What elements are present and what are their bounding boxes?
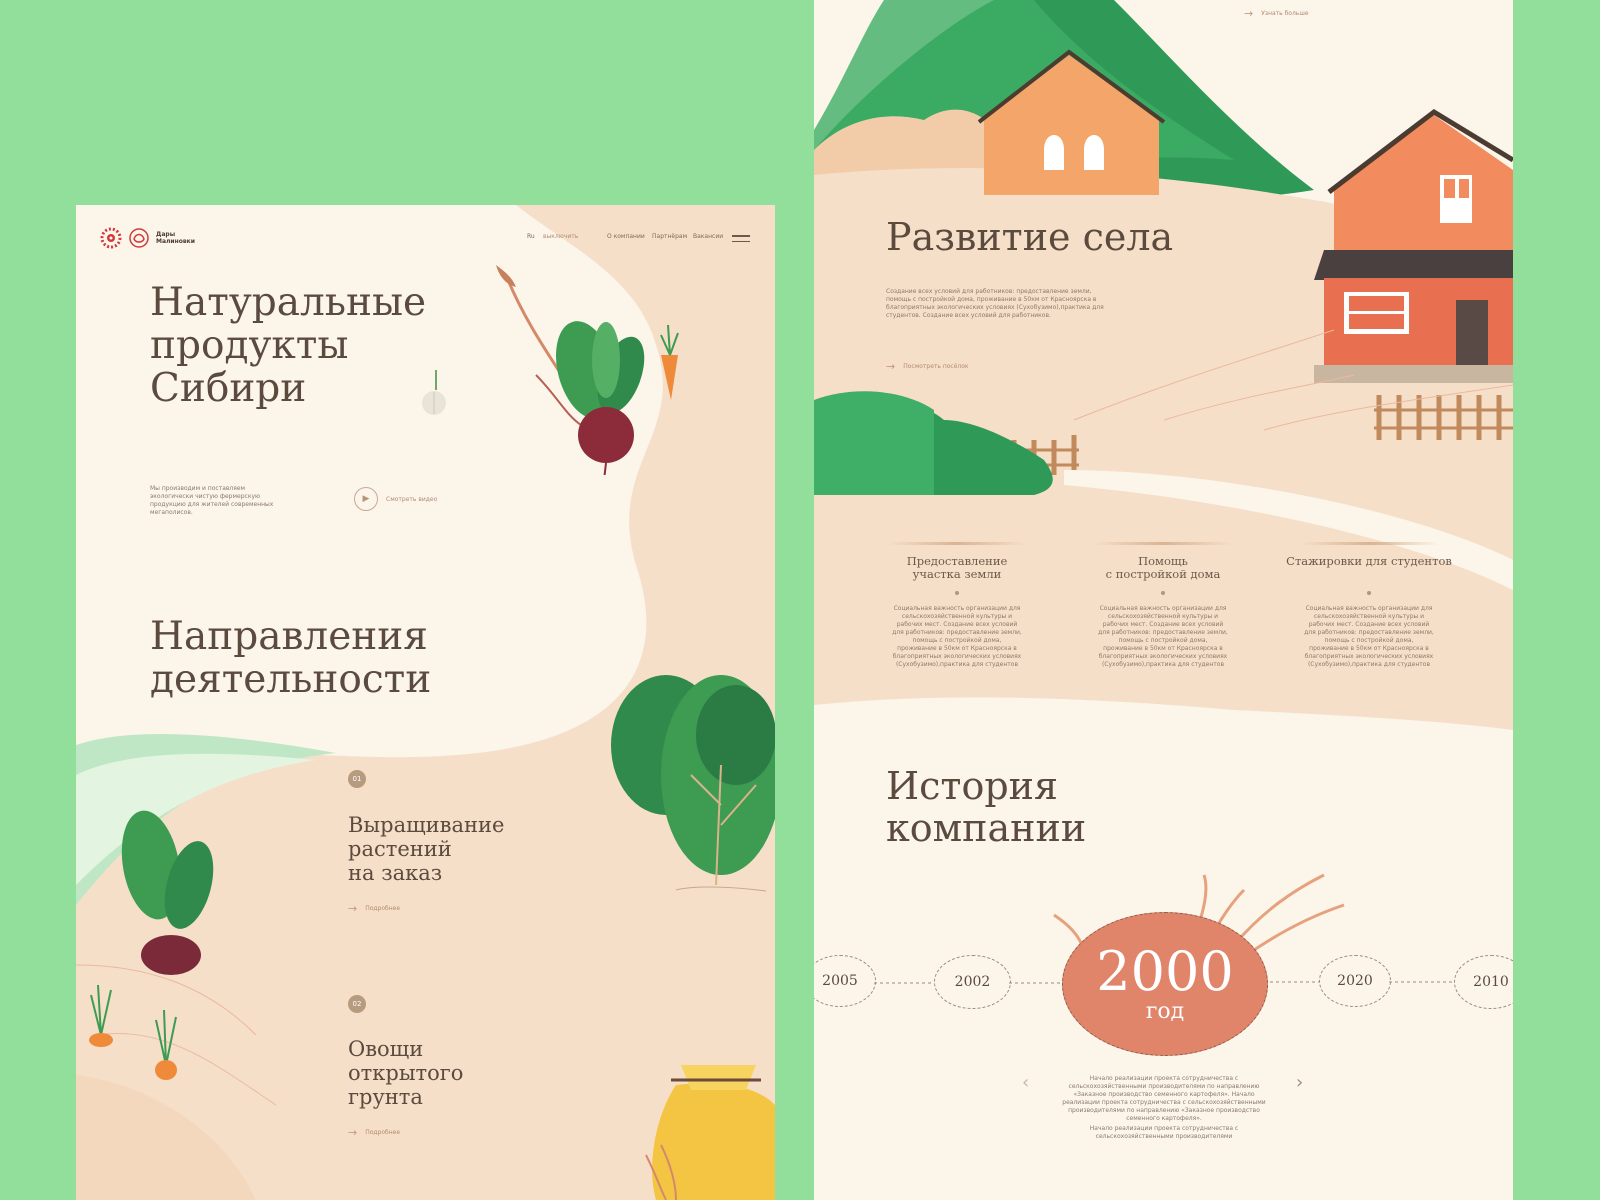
divider bbox=[887, 542, 1027, 545]
year-2020[interactable]: 2020 bbox=[1319, 955, 1391, 1007]
direction-more-link[interactable]: → Подробнее bbox=[348, 902, 400, 915]
feature-column: Стажировки для студентов Социальная важн… bbox=[1284, 542, 1454, 669]
dot-icon bbox=[1367, 591, 1371, 595]
logo-text: Дары Малиновки bbox=[156, 231, 195, 245]
learn-more-link[interactable]: → Узнать больше bbox=[1244, 7, 1309, 20]
direction-title: Овощи открытого грунта bbox=[348, 1037, 464, 1109]
arrow-right-icon: → bbox=[886, 360, 896, 373]
village-description: Создание всех условий для работников: пр… bbox=[886, 288, 1104, 319]
direction-number: 02 bbox=[348, 995, 366, 1013]
logo-berry-icon bbox=[129, 228, 149, 248]
nav-item-partners[interactable]: Партнёрам bbox=[652, 233, 687, 240]
vegetables-illustration bbox=[496, 265, 679, 475]
feature-text: Социальная важность организации для сель… bbox=[892, 605, 1022, 668]
feature-column: Предоставление участка земли Социальная в… bbox=[872, 542, 1042, 669]
nav-item-about[interactable]: О компании bbox=[607, 233, 645, 240]
about-panel: → Узнать больше Развитие села Создание в… bbox=[814, 0, 1513, 1200]
play-icon: ▶ bbox=[354, 487, 378, 511]
direction-more-link[interactable]: → Подробнее bbox=[348, 1126, 400, 1139]
dot-icon bbox=[955, 591, 959, 595]
hero-title: Натуральные продукты Сибири bbox=[150, 280, 427, 411]
lang-switch[interactable]: Ru bbox=[527, 233, 535, 240]
current-year: 2000 bbox=[1096, 940, 1234, 1003]
divider bbox=[1093, 542, 1233, 545]
logo-flower-icon bbox=[100, 227, 122, 249]
village-title: Развитие села bbox=[886, 215, 1174, 259]
arrow-right-icon: → bbox=[1244, 7, 1254, 20]
nav-item-vacancies[interactable]: Вакансии bbox=[693, 233, 723, 240]
next-arrow-icon[interactable]: › bbox=[1296, 1072, 1303, 1093]
header-link[interactable]: выключить bbox=[543, 233, 578, 240]
feature-title: Стажировки для студентов bbox=[1286, 554, 1452, 568]
current-year-label: год bbox=[1145, 999, 1185, 1024]
directions-title: Направления деятельности bbox=[150, 614, 432, 702]
bush-illustration bbox=[611, 675, 775, 892]
arrow-right-icon: → bbox=[348, 1126, 358, 1139]
feature-title: Предоставление участка земли bbox=[906, 554, 1008, 581]
menu-icon[interactable] bbox=[732, 235, 750, 246]
dot-icon bbox=[1161, 591, 1165, 595]
carrot-illustration bbox=[89, 984, 177, 1080]
view-village-link[interactable]: → Посмотреть посёлок bbox=[886, 360, 969, 373]
history-text-secondary: Начало реализации проекта сотрудничества… bbox=[1089, 1125, 1239, 1140]
garlic-icon bbox=[422, 370, 446, 415]
seed-bag-illustration bbox=[645, 1065, 775, 1200]
divider bbox=[1299, 542, 1439, 545]
history-text: Начало реализации проекта сотрудничества… bbox=[1062, 1075, 1266, 1122]
feature-column: Помощь с постройкой дома Социальная важно… bbox=[1078, 542, 1248, 669]
logo[interactable]: Дары Малиновки bbox=[100, 227, 196, 249]
current-year-badge: 2000 год bbox=[1062, 912, 1268, 1056]
feature-text: Социальная важность организации для сель… bbox=[1098, 605, 1228, 668]
arrow-right-icon: → bbox=[348, 902, 358, 915]
year-2002[interactable]: 2002 bbox=[934, 955, 1011, 1009]
homepage-panel: Дары Малиновки Ru выключить О компании П… bbox=[76, 205, 775, 1200]
direction-title: Выращивание растений на заказ bbox=[348, 813, 505, 885]
watch-video-link[interactable]: ▶ Смотреть видео bbox=[354, 487, 437, 511]
hero-description: Мы производим и поставляем экологически … bbox=[150, 485, 274, 516]
feature-text: Социальная важность организации для сель… bbox=[1304, 605, 1434, 668]
direction-number: 01 bbox=[348, 770, 366, 788]
prev-arrow-icon[interactable]: ‹ bbox=[1022, 1072, 1029, 1093]
feature-title: Помощь с постройкой дома bbox=[1105, 554, 1221, 581]
history-title: История компании bbox=[886, 764, 1087, 850]
